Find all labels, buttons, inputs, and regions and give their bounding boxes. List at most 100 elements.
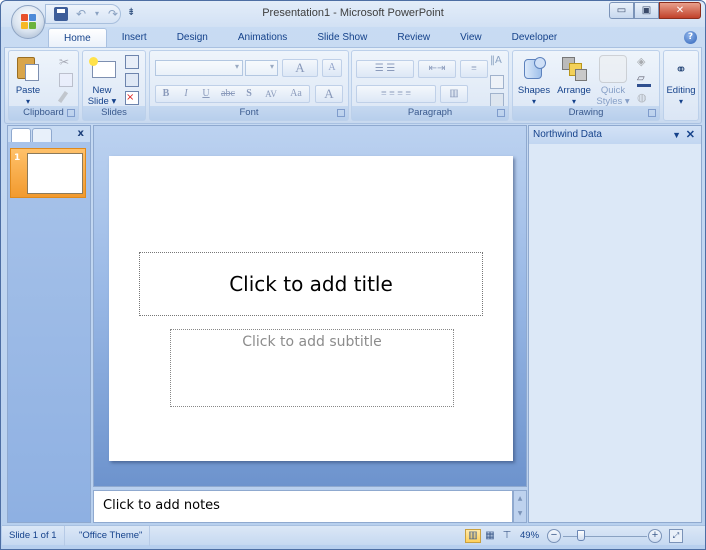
underline-button[interactable]: U <box>197 86 215 104</box>
editing-button[interactable]: ⚭ Editing ▾ <box>664 55 698 107</box>
paste-label: Paste <box>15 85 41 96</box>
reset-icon[interactable] <box>125 73 139 87</box>
change-case-button[interactable]: Aa <box>284 86 308 104</box>
bold-button[interactable]: B <box>157 86 175 104</box>
shadow-button[interactable]: S <box>240 86 258 104</box>
delete-slide-icon[interactable]: × <box>125 91 139 105</box>
undo-dropdown-icon[interactable]: ▾ <box>94 7 100 21</box>
scroll-up-icon[interactable]: ▲ <box>514 491 526 506</box>
group-paragraph: ☰ ☰ ⇤⇥ ≡ ≡ ≡ ≡ ≡ ▥ ‖A Paragraph <box>351 50 509 121</box>
clear-formatting-button[interactable]: A <box>322 59 342 77</box>
scroll-down-icon[interactable]: ▼ <box>514 506 526 521</box>
char-spacing-button[interactable]: AV <box>260 86 282 104</box>
drawing-launcher-icon[interactable] <box>648 109 656 117</box>
paste-button[interactable]: Paste ▾ <box>12 55 44 107</box>
theme-name[interactable]: "Office Theme" <box>72 526 151 546</box>
office-button[interactable] <box>11 5 45 39</box>
outline-tab[interactable] <box>32 128 52 142</box>
cut-icon[interactable]: ✂ <box>59 55 73 69</box>
slide-show-view-button[interactable]: ⊤ <box>499 529 515 543</box>
clipboard-launcher-icon[interactable] <box>67 109 75 117</box>
tab-review[interactable]: Review <box>382 28 445 48</box>
strikethrough-button[interactable]: abc <box>217 86 239 104</box>
pane-tabs: x <box>8 126 90 142</box>
quick-access-toolbar: ↶ ▾ ↷ <box>45 4 121 24</box>
font-size-combo[interactable] <box>245 60 278 76</box>
font-name-combo[interactable] <box>155 60 243 76</box>
font-color-button[interactable]: A <box>315 85 343 103</box>
paste-dropdown-icon: ▾ <box>25 97 30 106</box>
slides-tab[interactable] <box>11 128 31 142</box>
font-label: Font <box>150 106 348 120</box>
redo-icon[interactable]: ↷ <box>106 7 120 21</box>
normal-view-button[interactable]: ▥ <box>465 529 481 543</box>
undo-icon[interactable]: ↶ <box>74 7 88 21</box>
tab-insert[interactable]: Insert <box>107 28 162 48</box>
tab-design[interactable]: Design <box>162 28 223 48</box>
slide-editing-area: Click to add title Click to add subtitle <box>93 125 527 487</box>
task-pane-northwind: Northwind Data ▼ ✕ <box>528 125 702 523</box>
zoom-out-button[interactable]: − <box>547 529 561 543</box>
slide-canvas: Click to add title Click to add subtitle <box>109 156 513 461</box>
task-pane-title: Northwind Data <box>533 129 602 140</box>
group-clipboard: Paste ▾ ✂ Clipboard <box>8 50 79 121</box>
group-editing: ⚭ Editing ▾ <box>663 50 699 121</box>
office-logo-icon <box>21 14 37 31</box>
title-bar: Presentation1 - Microsoft PowerPoint ↶ ▾… <box>1 1 705 27</box>
columns-button[interactable]: ▥ <box>440 85 468 103</box>
slide-sorter-view-button[interactable]: ▦ <box>482 529 498 543</box>
tab-slide-show[interactable]: Slide Show <box>302 28 382 48</box>
minimize-button[interactable]: ▭ <box>609 2 634 19</box>
task-pane-close-icon[interactable]: ✕ <box>686 126 695 144</box>
drawing-label: Drawing <box>513 106 659 120</box>
shape-effects-icon[interactable]: ◍ <box>637 91 651 105</box>
new-slide-button[interactable]: New Slide ▾ <box>85 55 119 107</box>
title-placeholder[interactable]: Click to add title <box>139 252 483 316</box>
notes-scrollbar[interactable]: ▲ ▼ <box>513 490 527 523</box>
zoom-in-button[interactable]: + <box>648 529 662 543</box>
fit-to-window-button[interactable]: ⤢ <box>669 529 683 543</box>
help-icon[interactable]: ? <box>684 31 697 44</box>
smartart-icon[interactable] <box>490 93 504 107</box>
zoom-slider-thumb[interactable] <box>577 530 586 541</box>
save-icon[interactable] <box>54 7 68 21</box>
maximize-button[interactable]: ▣ <box>634 2 659 19</box>
new-slide-label-1: New <box>92 85 112 96</box>
shapes-icon <box>520 55 548 83</box>
pane-close-icon[interactable]: x <box>78 128 84 139</box>
alignment-buttons[interactable]: ≡ ≡ ≡ ≡ <box>356 85 436 103</box>
zoom-slider-track[interactable] <box>563 536 647 537</box>
zoom-level[interactable]: 49% <box>520 526 539 546</box>
customize-qat-icon[interactable]: ⇟ <box>127 7 135 18</box>
tab-home[interactable]: Home <box>48 28 107 48</box>
tab-developer[interactable]: Developer <box>497 28 573 48</box>
line-spacing-button[interactable]: ≡ <box>460 60 488 78</box>
tab-animations[interactable]: Animations <box>223 28 302 48</box>
grow-font-button[interactable]: A <box>282 59 318 77</box>
bullets-button[interactable]: ☰ ☰ <box>356 60 414 78</box>
shapes-button[interactable]: Shapes ▾ <box>515 55 553 107</box>
close-button[interactable]: ✕ <box>659 2 701 19</box>
tab-view[interactable]: View <box>445 28 497 48</box>
window-controls: ▭ ▣ ✕ <box>609 2 701 19</box>
task-pane-menu-icon[interactable]: ▼ <box>672 126 681 144</box>
format-painter-icon[interactable] <box>57 90 69 104</box>
group-font: A A B I U abc S AV Aa A Font <box>149 50 349 121</box>
italic-button[interactable]: I <box>177 86 195 104</box>
shape-fill-icon[interactable]: ◈ <box>637 55 651 69</box>
quick-styles-button[interactable]: Quick Styles ▾ <box>595 55 631 107</box>
notes-pane[interactable]: Click to add notes <box>93 490 513 523</box>
slide-thumbnail-1[interactable]: 1 <box>10 148 86 198</box>
arrange-button[interactable]: Arrange ▾ <box>554 55 594 107</box>
indent-button[interactable]: ⇤⇥ <box>418 60 456 78</box>
text-direction-icon[interactable]: ‖A <box>490 55 504 69</box>
copy-icon[interactable] <box>59 73 73 87</box>
font-launcher-icon[interactable] <box>337 109 345 117</box>
layout-icon[interactable] <box>125 55 139 69</box>
shape-outline-icon[interactable]: ▱ <box>637 73 651 87</box>
editing-label: Editing <box>666 85 696 96</box>
shapes-label: Shapes <box>517 85 551 96</box>
subtitle-placeholder[interactable]: Click to add subtitle <box>170 329 454 407</box>
align-text-icon[interactable] <box>490 75 504 89</box>
paragraph-launcher-icon[interactable] <box>497 109 505 117</box>
